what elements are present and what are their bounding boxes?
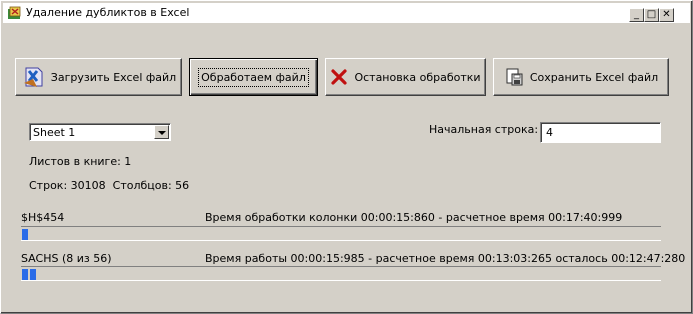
progress-segment bbox=[30, 269, 36, 280]
load-excel-label: Загрузить Excel файл bbox=[50, 70, 177, 84]
column-progress-bar bbox=[21, 226, 661, 241]
chevron-down-icon[interactable] bbox=[154, 125, 169, 139]
save-excel-label: Сохранить Excel файл bbox=[529, 70, 659, 84]
app-icon bbox=[8, 6, 21, 19]
progress-segment bbox=[22, 269, 28, 280]
sheets-count-text: Листов в книге: 1 bbox=[29, 155, 132, 168]
start-row-input[interactable]: 4 bbox=[540, 122, 661, 143]
stop-processing-button[interactable]: Остановка обработки bbox=[325, 58, 486, 96]
sheet-select-value: Sheet 1 bbox=[33, 126, 76, 139]
save-excel-button[interactable]: Сохранить Excel файл bbox=[493, 58, 669, 96]
column-time-status: Время обработки колонки 00:00:15:860 - р… bbox=[205, 211, 623, 224]
process-file-label: Обработаем файл bbox=[198, 67, 309, 87]
stop-x-icon bbox=[331, 69, 348, 85]
title-bar[interactable]: Удаление дубликтов в Excel _ □ ✕ bbox=[3, 3, 690, 23]
close-button[interactable]: ✕ bbox=[659, 8, 674, 22]
total-time-status: Время работы 00:00:15:985 - расчетное вр… bbox=[205, 252, 686, 265]
main-window: Удаление дубликтов в Excel _ □ ✕ Загрузи… bbox=[0, 0, 693, 314]
window-title: Удаление дубликтов в Excel bbox=[26, 6, 190, 19]
save-file-icon bbox=[506, 68, 523, 86]
sheet-select[interactable]: Sheet 1 bbox=[29, 123, 171, 141]
cell-address-text: $H$454 bbox=[21, 211, 65, 224]
excel-file-icon bbox=[23, 67, 43, 87]
progress-segment bbox=[22, 229, 28, 240]
minimize-button[interactable]: _ bbox=[629, 8, 644, 22]
total-progress-bar bbox=[21, 266, 661, 281]
sheet-progress-text: SACHS (8 из 56) bbox=[21, 252, 112, 265]
rows-cols-text: Строк: 30108 Столбцов: 56 bbox=[29, 179, 190, 192]
maximize-button[interactable]: □ bbox=[644, 8, 659, 22]
process-file-button[interactable]: Обработаем файл bbox=[189, 58, 318, 96]
load-excel-button[interactable]: Загрузить Excel файл bbox=[15, 58, 182, 96]
start-row-label: Начальная строка: bbox=[429, 123, 539, 136]
stop-processing-label: Остановка обработки bbox=[354, 70, 481, 84]
